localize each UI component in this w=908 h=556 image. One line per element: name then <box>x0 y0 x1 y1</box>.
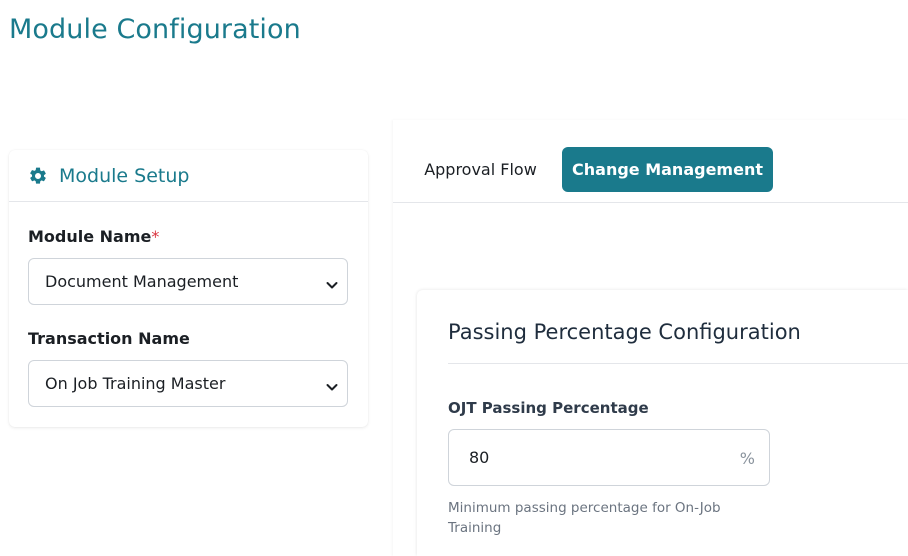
tabs-bar: Approval Flow Change Management <box>393 120 908 203</box>
ojt-passing-percentage-label: OJT Passing Percentage <box>448 399 649 417</box>
tab-change-management[interactable]: Change Management <box>562 147 773 192</box>
transaction-name-select[interactable]: On Job Training Master <box>28 360 348 407</box>
transaction-name-value: On Job Training Master <box>45 374 226 393</box>
chevron-down-icon <box>326 378 338 391</box>
section-title: Passing Percentage Configuration <box>448 320 801 344</box>
module-name-label: Module Name* <box>28 227 159 246</box>
module-setup-card: Module Setup Module Name* Document Manag… <box>9 150 368 427</box>
helper-text-line: Minimum passing percentage for On-Job <box>448 500 721 516</box>
config-panel: Approval Flow Change Management Passing … <box>393 120 908 556</box>
helper-text: Minimum passing percentage for On-Job Tr… <box>448 498 748 538</box>
divider <box>448 363 908 364</box>
module-setup-title: Module Setup <box>59 164 190 187</box>
helper-text-line: Training <box>448 520 502 536</box>
module-name-label-text: Module Name <box>28 227 152 246</box>
ojt-passing-percentage-input[interactable]: 80 % <box>448 429 770 486</box>
percent-unit: % <box>739 449 755 468</box>
required-mark: * <box>151 227 160 246</box>
chevron-down-icon <box>326 276 338 289</box>
tab-approval-flow[interactable]: Approval Flow <box>413 147 548 192</box>
page-title: Module Configuration <box>9 14 301 45</box>
module-name-value: Document Management <box>45 272 239 291</box>
transaction-name-label: Transaction Name <box>28 329 190 348</box>
passing-percentage-card: Passing Percentage Configuration OJT Pas… <box>417 290 908 556</box>
module-setup-header: Module Setup <box>9 150 368 202</box>
ojt-value: 80 <box>469 448 490 467</box>
gear-icon <box>28 166 48 186</box>
module-name-select[interactable]: Document Management <box>28 258 348 305</box>
